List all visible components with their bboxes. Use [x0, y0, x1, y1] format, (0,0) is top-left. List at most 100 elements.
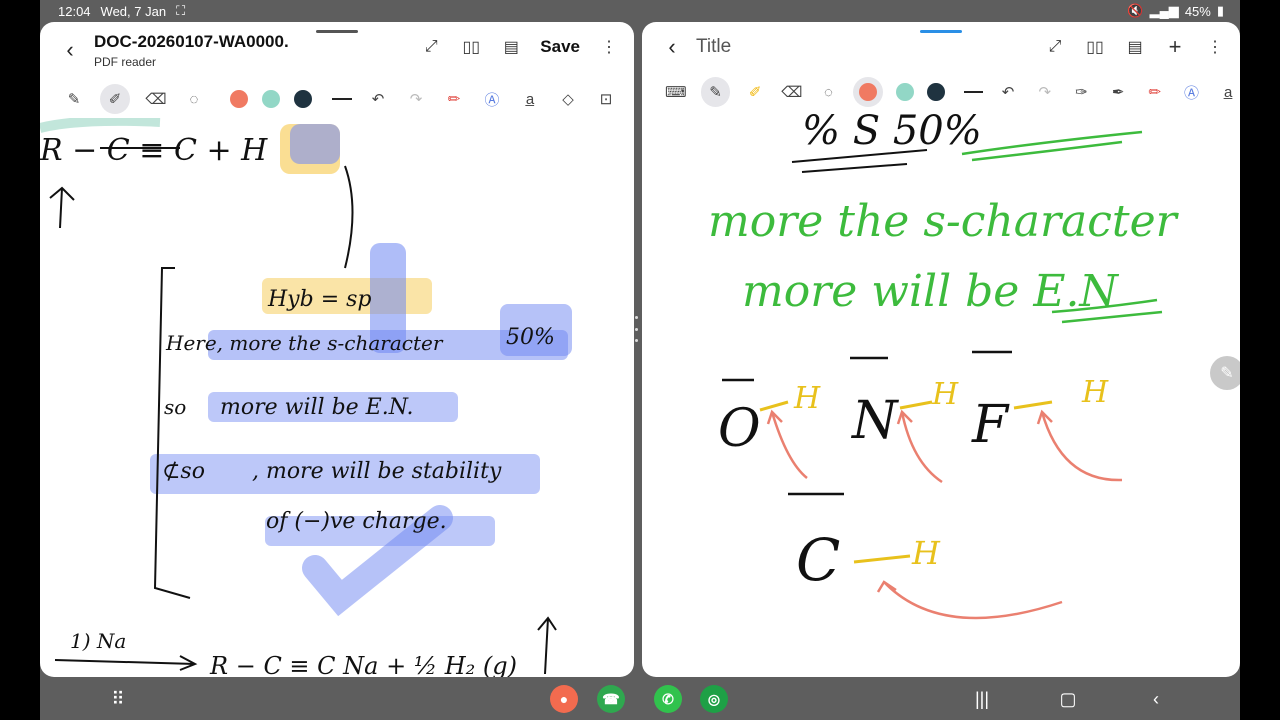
reagent-note: 1) Na	[70, 629, 126, 653]
ion-n: N	[850, 391, 899, 451]
more-options-icon[interactable]: ⋮	[1202, 34, 1228, 60]
insert-icon[interactable]: ⊡	[594, 87, 618, 111]
back-button[interactable]: ‹	[656, 31, 688, 63]
percent-note: 50%	[506, 325, 555, 350]
text-style-icon[interactable]: Ⓐ	[480, 87, 504, 111]
date: Wed, 7 Jan	[100, 3, 167, 19]
book-view-icon[interactable]: ▯▯	[1082, 34, 1108, 60]
h-label: H	[1081, 375, 1109, 410]
lasso-icon[interactable]: ◌	[817, 80, 841, 104]
h-label: H	[911, 534, 941, 572]
app-grid-icon[interactable]: ⠿	[106, 687, 130, 711]
home-key-icon[interactable]: ▢	[1056, 687, 1080, 711]
mute-icon: 🔇	[1127, 3, 1144, 18]
more-options-icon[interactable]: ⋮	[596, 34, 622, 60]
status-bar: 12:04 Wed, 7 Jan ⛶ 🔇 ▂▄▆ 45% ▮	[40, 0, 1240, 22]
eraser-icon[interactable]: ⌫	[144, 87, 168, 111]
resize-icon[interactable]: ⤢	[418, 34, 444, 60]
line-style-icon[interactable]	[963, 91, 984, 93]
phone-app-icon[interactable]: ☎	[597, 685, 625, 713]
pen-settings-icon[interactable]: ✑	[1070, 80, 1094, 104]
keyboard-icon[interactable]: ⌨	[664, 80, 688, 104]
pen-toolbar: ⌨ ✎ ✐ ⌫ ◌ ↶ ↷ ✑ ✒ ✏ Ⓐ a̲	[642, 72, 1240, 112]
pen-icon[interactable]: ✎	[62, 87, 86, 111]
color-swatch-coral-selected[interactable]	[853, 77, 883, 107]
note-line-1: Here, more the s-character	[165, 331, 444, 355]
color-swatch-coral[interactable]	[230, 90, 248, 108]
add-icon[interactable]: +	[1162, 34, 1188, 60]
people-app-icon[interactable]: ●	[550, 685, 578, 713]
color-swatch-dark[interactable]	[926, 83, 945, 101]
redo-icon[interactable]: ↷	[1033, 80, 1057, 104]
navigation-bar: ⠿ ● ☎ ✆ ◎ ||| ▢ ‹	[40, 677, 1240, 720]
screenshot-icon: ⛶	[176, 3, 186, 18]
lasso-icon[interactable]: ◌	[182, 87, 206, 111]
line-style-icon[interactable]	[332, 98, 352, 100]
page-icon[interactable]: ▤	[498, 34, 524, 60]
pdf-page-canvas[interactable]: R − C ≡ C + H Hyb = sp Here, more the s-…	[40, 118, 634, 677]
split-divider[interactable]	[633, 316, 639, 342]
battery-level: 45%	[1184, 3, 1211, 19]
text-box-icon[interactable]: a̲	[518, 87, 542, 111]
book-view-icon[interactable]: ▯▯	[458, 34, 484, 60]
h-label: H	[931, 377, 959, 412]
save-button[interactable]: Save	[538, 37, 582, 57]
document-title: DOC-20260107-WA0000.	[94, 31, 289, 51]
reaction-top: R − C ≡ C + H	[40, 133, 268, 168]
tablet-screen: 12:04 Wed, 7 Jan ⛶ 🔇 ▂▄▆ 45% ▮ ‹ DOC-202…	[40, 0, 1240, 720]
color-swatch-dark[interactable]	[294, 90, 312, 108]
redo-icon[interactable]: ↷	[404, 87, 428, 111]
undo-icon[interactable]: ↶	[366, 87, 390, 111]
window-handle[interactable]	[316, 30, 358, 33]
marker-icon[interactable]: ✏	[442, 87, 466, 111]
color-swatch-teal[interactable]	[895, 83, 914, 101]
highlighter-icon[interactable]: ✐	[743, 80, 767, 104]
text-box-icon[interactable]: a̲	[1216, 80, 1240, 104]
ion-o: O	[718, 399, 761, 459]
ion-f: F	[971, 395, 1010, 455]
note-line-3-prefix: ⊄so	[162, 459, 205, 484]
back-key-icon[interactable]: ‹	[1144, 687, 1168, 711]
note-line-4: of (−)ve charge.	[266, 509, 447, 534]
pen-toolbar: ✎ ✐ ⌫ ◌ ↶ ↷ ✏ Ⓐ a̲ ◇ ⊡	[40, 79, 634, 119]
pdf-reader-window: ‹ DOC-20260107-WA0000. PDF reader ⤢ ▯▯ ▤…	[40, 22, 634, 677]
highlight-blue	[290, 124, 340, 164]
h-label: H	[793, 381, 821, 416]
back-button[interactable]: ‹	[54, 34, 86, 66]
eraser-icon[interactable]: ⌫	[780, 80, 804, 104]
green-line-1: more the s-character	[708, 196, 1180, 247]
undo-icon[interactable]: ↶	[996, 80, 1020, 104]
shapes-icon[interactable]: ◇	[556, 87, 580, 111]
signal-icon: ▂▄▆	[1149, 3, 1179, 18]
resize-icon[interactable]: ⤢	[1042, 34, 1068, 60]
green-app-icon[interactable]: ◎	[700, 685, 728, 713]
battery-icon: ▮	[1216, 3, 1224, 18]
recents-key-icon[interactable]: |||	[970, 687, 994, 711]
notes-window: ‹ Title ⤢ ▯▯ ▤ + ⋮ ⌨ ✎ ✐ ⌫ ◌ ↶ ↷ ✑ ✒ ✏ Ⓐ…	[642, 22, 1240, 677]
text-style-icon[interactable]: Ⓐ	[1180, 80, 1204, 104]
note-line-2: more will be E.N.	[220, 395, 414, 420]
notes-app-bar: ‹ Title ⤢ ▯▯ ▤ + ⋮	[642, 22, 1240, 72]
ion-c: C	[796, 526, 840, 594]
pen-icon[interactable]: ✎	[700, 77, 731, 107]
handwritten-notes: R − C ≡ C + H Hyb = sp Here, more the s-…	[40, 118, 572, 677]
note-line-3: , more will be stability	[252, 459, 502, 484]
color-swatch-teal[interactable]	[262, 90, 280, 108]
reaction-bottom: R − C ≡ C Na + ½ H₂ (g)	[209, 652, 517, 677]
hybridization-note: Hyb = sp	[267, 287, 372, 312]
handwritten-notes: % S 50% more the s-character more will b…	[708, 112, 1180, 620]
note-title[interactable]: Title	[696, 36, 731, 58]
pdf-app-bar: ‹ DOC-20260107-WA0000. PDF reader ⤢ ▯▯ ▤…	[40, 22, 634, 78]
fountain-pen-icon[interactable]: ✒	[1106, 80, 1130, 104]
marker-icon[interactable]: ✏	[1143, 80, 1167, 104]
note-line-2-prefix: so	[164, 395, 186, 419]
top-partial: % S 50%	[802, 112, 982, 154]
edit-fab-icon[interactable]: ✎	[1210, 356, 1240, 390]
page-icon[interactable]: ▤	[1122, 34, 1148, 60]
highlighter-icon[interactable]: ✐	[100, 84, 130, 114]
document-subtitle: PDF reader	[94, 54, 157, 69]
green-line-2: more will be E.N	[742, 266, 1119, 317]
clock: 12:04	[58, 3, 91, 19]
note-canvas[interactable]: % S 50% more the s-character more will b…	[642, 112, 1240, 677]
whatsapp-icon[interactable]: ✆	[654, 685, 682, 713]
